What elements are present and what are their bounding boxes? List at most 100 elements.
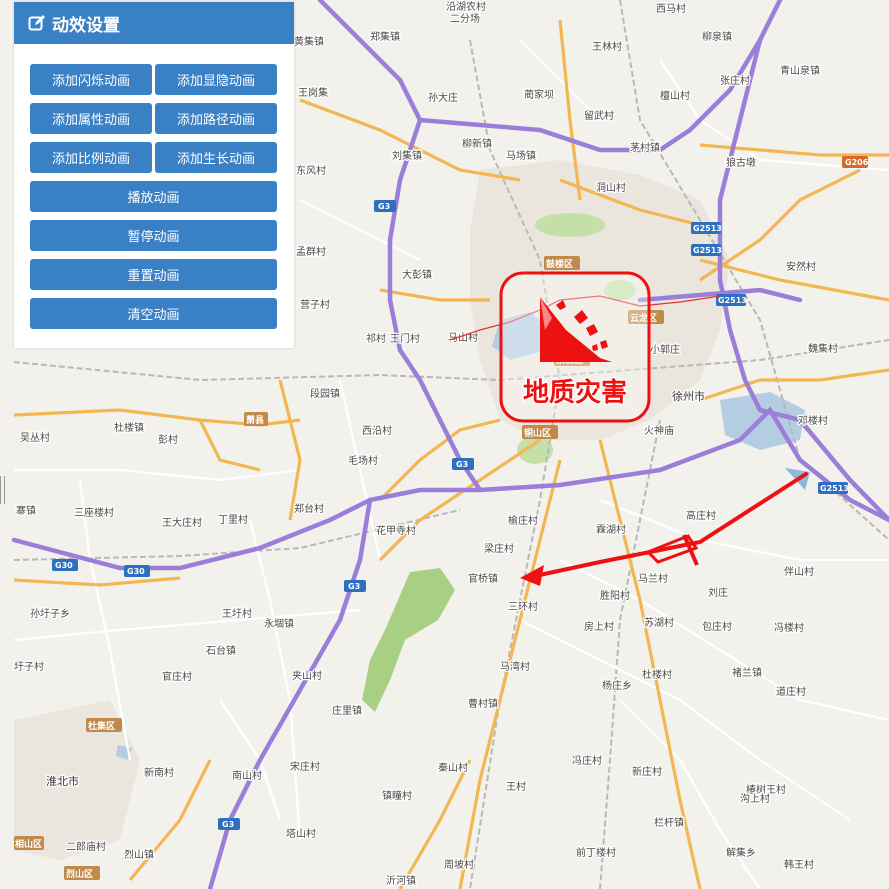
svg-text:胜阳村: 胜阳村 bbox=[600, 589, 630, 602]
hazard-marker[interactable]: 地质灾害 bbox=[499, 271, 651, 423]
svg-text:祁村: 祁村 bbox=[366, 332, 386, 345]
svg-text:沿湖农村: 沿湖农村 bbox=[446, 0, 486, 13]
svg-text:刘集镇: 刘集镇 bbox=[392, 149, 422, 162]
svg-text:三环村: 三环村 bbox=[508, 600, 538, 613]
svg-text:安然村: 安然村 bbox=[786, 260, 816, 273]
shield-g3-bottom: G3 bbox=[218, 818, 240, 830]
shield-g3-south: G3 bbox=[344, 580, 366, 592]
svg-text:小郭庄: 小郭庄 bbox=[650, 343, 680, 356]
svg-text:高庄村: 高庄村 bbox=[686, 509, 716, 522]
svg-text:王大庄村: 王大庄村 bbox=[162, 516, 202, 529]
svg-text:塔山村: 塔山村 bbox=[286, 827, 316, 840]
svg-text:茅村镇: 茅村镇 bbox=[630, 141, 660, 154]
district-lieshan: 烈山区 bbox=[64, 866, 100, 880]
svg-text:柳泉镇: 柳泉镇 bbox=[702, 30, 732, 43]
svg-text:杨庄乡: 杨庄乡 bbox=[602, 679, 632, 692]
svg-text:梁庄村: 梁庄村 bbox=[484, 542, 514, 555]
svg-text:鼓楼区: 鼓楼区 bbox=[546, 258, 573, 270]
park-urban-1 bbox=[535, 213, 605, 237]
hazard-title: 地质灾害 bbox=[523, 377, 627, 408]
svg-text:郑集镇: 郑集镇 bbox=[370, 30, 400, 43]
svg-text:G2513: G2513 bbox=[693, 246, 722, 255]
edit-icon bbox=[28, 14, 46, 32]
svg-text:郑台村: 郑台村 bbox=[294, 502, 324, 515]
svg-text:东风村: 东风村 bbox=[296, 164, 326, 177]
svg-text:三座楼村: 三座楼村 bbox=[74, 506, 114, 519]
district-gulou: 鼓楼区 bbox=[544, 256, 580, 270]
svg-text:二郎庙村: 二郎庙村 bbox=[66, 840, 106, 853]
svg-text:褚兰镇: 褚兰镇 bbox=[732, 666, 762, 679]
play-animation-button[interactable]: 播放动画 bbox=[30, 181, 277, 212]
svg-text:G3: G3 bbox=[456, 460, 468, 469]
shield-g3-mid: G3 bbox=[452, 458, 474, 470]
svg-text:官庄村: 官庄村 bbox=[162, 670, 192, 683]
side-resize-handle[interactable] bbox=[0, 476, 5, 504]
district-xiangshan: 相山区 bbox=[14, 836, 44, 850]
add-path-animation-button[interactable]: 添加路径动画 bbox=[155, 103, 277, 134]
svg-text:洞山村: 洞山村 bbox=[596, 181, 626, 194]
svg-text:王门村: 王门村 bbox=[390, 332, 420, 345]
add-visibility-animation-button[interactable]: 添加显隐动画 bbox=[155, 64, 277, 95]
svg-text:大彭镇: 大彭镇 bbox=[402, 268, 432, 281]
svg-text:沟上村: 沟上村 bbox=[740, 792, 770, 805]
svg-text:西沿村: 西沿村 bbox=[362, 424, 392, 437]
svg-text:冯庄村: 冯庄村 bbox=[572, 754, 602, 767]
svg-text:G206: G206 bbox=[845, 158, 869, 167]
svg-text:榆庄村: 榆庄村 bbox=[508, 514, 538, 527]
svg-text:火神庙: 火神庙 bbox=[644, 424, 674, 437]
district-tongshan: 铜山区 bbox=[522, 425, 558, 439]
svg-text:孟群村: 孟群村 bbox=[296, 245, 326, 258]
svg-text:前丁楼村: 前丁楼村 bbox=[576, 846, 616, 859]
svg-text:营子村: 营子村 bbox=[300, 298, 330, 311]
svg-text:王村: 王村 bbox=[506, 780, 526, 793]
svg-text:镇瞳村: 镇瞳村 bbox=[382, 789, 412, 802]
svg-text:柳新镇: 柳新镇 bbox=[462, 137, 492, 150]
svg-text:留武村: 留武村 bbox=[584, 109, 614, 122]
svg-text:夹山村: 夹山村 bbox=[292, 669, 322, 682]
add-attribute-animation-button[interactable]: 添加属性动画 bbox=[30, 103, 152, 134]
svg-text:檀山村: 檀山村 bbox=[660, 89, 690, 102]
svg-text:曹村镇: 曹村镇 bbox=[468, 697, 498, 710]
svg-text:王圩村: 王圩村 bbox=[222, 607, 252, 620]
svg-text:马兰村: 马兰村 bbox=[638, 572, 668, 585]
animation-settings-panel: 动效设置 添加闪烁动画 添加显隐动画 添加属性动画 添加路径动画 添加比例动画 … bbox=[14, 2, 294, 348]
svg-text:G2513: G2513 bbox=[820, 484, 849, 493]
add-grow-animation-button[interactable]: 添加生长动画 bbox=[155, 142, 277, 173]
svg-text:蔺家坝: 蔺家坝 bbox=[524, 88, 554, 101]
shield-g3-north: G3 bbox=[374, 200, 396, 212]
svg-text:G30: G30 bbox=[127, 567, 145, 576]
svg-text:栏杆镇: 栏杆镇 bbox=[654, 816, 684, 829]
svg-text:苏湖村: 苏湖村 bbox=[644, 616, 674, 629]
svg-text:沂河镇: 沂河镇 bbox=[386, 874, 416, 887]
panel-title: 动效设置 bbox=[52, 15, 120, 36]
svg-text:G2513: G2513 bbox=[718, 296, 747, 305]
shield-g2513-2: G2513 bbox=[691, 244, 722, 256]
svg-text:魏集村: 魏集村 bbox=[808, 342, 838, 355]
svg-text:宋庄村: 宋庄村 bbox=[290, 760, 320, 773]
clear-animation-button[interactable]: 清空动画 bbox=[30, 298, 277, 329]
svg-text:冯楼村: 冯楼村 bbox=[774, 621, 804, 634]
svg-text:徐州市: 徐州市 bbox=[672, 389, 705, 403]
svg-text:孙圩子乡: 孙圩子乡 bbox=[30, 607, 70, 620]
svg-text:解集乡: 解集乡 bbox=[726, 846, 756, 859]
svg-text:王岗集: 王岗集 bbox=[298, 86, 328, 99]
reset-animation-button[interactable]: 重置动画 bbox=[30, 259, 277, 290]
svg-text:包庄村: 包庄村 bbox=[702, 620, 732, 633]
svg-text:新南村: 新南村 bbox=[144, 766, 174, 779]
svg-text:庄里镇: 庄里镇 bbox=[332, 704, 362, 717]
svg-text:段园镇: 段园镇 bbox=[310, 387, 340, 400]
svg-text:吴丛村: 吴丛村 bbox=[20, 431, 50, 444]
svg-text:马场镇: 马场镇 bbox=[506, 149, 536, 162]
svg-text:G3: G3 bbox=[222, 820, 234, 829]
add-scale-animation-button[interactable]: 添加比例动画 bbox=[30, 142, 152, 173]
svg-text:马山村: 马山村 bbox=[448, 331, 478, 344]
svg-text:丁里村: 丁里村 bbox=[218, 513, 248, 526]
add-flash-animation-button[interactable]: 添加闪烁动画 bbox=[30, 64, 152, 95]
panel-header: 动效设置 bbox=[14, 2, 294, 44]
svg-text:黄集镇: 黄集镇 bbox=[294, 35, 324, 48]
svg-text:秦山村: 秦山村 bbox=[438, 761, 468, 774]
pause-animation-button[interactable]: 暂停动画 bbox=[30, 220, 277, 251]
svg-text:南山村: 南山村 bbox=[232, 769, 262, 782]
svg-text:刘庄: 刘庄 bbox=[708, 586, 728, 599]
svg-text:狼古墩: 狼古墩 bbox=[726, 156, 756, 169]
